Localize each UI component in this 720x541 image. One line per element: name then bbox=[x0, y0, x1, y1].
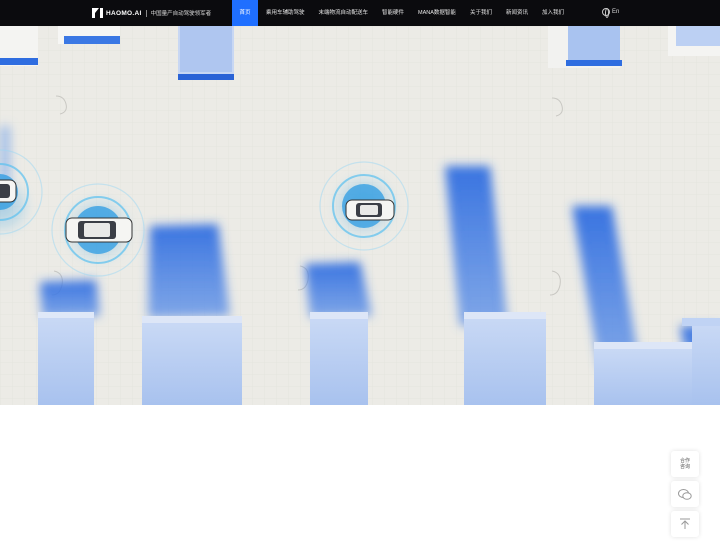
brand-logo[interactable]: HAOMO.AI 中国量产自动驾驶领军者 bbox=[92, 7, 211, 19]
menu-item-news[interactable]: 新闻资讯 bbox=[499, 0, 535, 26]
hero-banner bbox=[0, 26, 720, 405]
car-icon bbox=[345, 199, 395, 221]
menu-item-join-us[interactable]: 加入我们 bbox=[535, 0, 571, 26]
consult-button[interactable]: 合作咨询 bbox=[671, 451, 699, 477]
back-to-top-button[interactable] bbox=[671, 511, 699, 537]
wechat-icon bbox=[678, 488, 692, 500]
consult-label: 合作咨询 bbox=[679, 457, 690, 471]
car-icon bbox=[0, 179, 17, 203]
back-to-top-icon bbox=[680, 518, 690, 529]
menu-item-delivery-vehicle[interactable]: 末端物流自动配送车 bbox=[312, 0, 376, 26]
car-icon bbox=[65, 217, 133, 243]
haomo-logo-icon bbox=[92, 8, 103, 18]
menu-item-about-us[interactable]: 关于我们 bbox=[463, 0, 499, 26]
menu-item-mana-data[interactable]: MANA数据智能 bbox=[411, 0, 463, 26]
logo-divider bbox=[145, 9, 147, 17]
language-switch[interactable]: En bbox=[602, 8, 620, 18]
top-navigation: HAOMO.AI 中国量产自动驾驶领军者 首页 乘用车辅助驾驶 末端物流自动配送… bbox=[0, 0, 720, 26]
menu-item-smart-hardware[interactable]: 智能硬件 bbox=[375, 0, 411, 26]
menu-item-passenger-car-driving-assist[interactable]: 乘用车辅助驾驶 bbox=[259, 0, 312, 26]
language-label: En bbox=[612, 9, 620, 15]
globe-icon bbox=[602, 8, 610, 18]
logo-slogan: 中国量产自动驾驶领军者 bbox=[150, 11, 212, 17]
floating-toolbar: 合作咨询 bbox=[671, 451, 699, 541]
wechat-button[interactable] bbox=[671, 481, 699, 507]
hero-scene-illustration bbox=[0, 26, 720, 405]
menu-item-home[interactable]: 首页 bbox=[232, 0, 258, 26]
main-menu: 首页 乘用车辅助驾驶 末端物流自动配送车 智能硬件 MANA数据智能 关于我们 … bbox=[232, 0, 571, 26]
logo-text: HAOMO.AI bbox=[106, 9, 142, 17]
